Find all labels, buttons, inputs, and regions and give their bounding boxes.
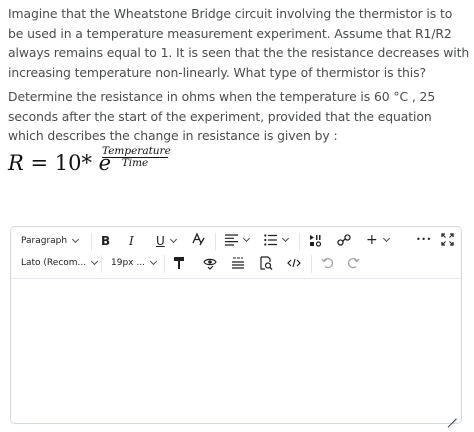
resize-handle-icon[interactable] [447, 409, 457, 419]
formula-main: R = 10* e [8, 151, 111, 175]
chevron-down-icon [72, 235, 80, 244]
format-painter-button[interactable] [173, 256, 185, 270]
align-left-icon [225, 234, 238, 246]
fullscreen-button[interactable] [441, 233, 454, 246]
question-paragraph-2: Determine the resistance in ohms when th… [8, 89, 436, 143]
link-icon [337, 234, 351, 246]
font-family-select[interactable]: Lato (Recom... [21, 257, 99, 268]
formula-equals: = [23, 151, 55, 175]
answer-editor[interactable]: Paragraph B I U + ••• Lato (Recom... 19p… [10, 226, 462, 424]
chevron-down-icon [149, 257, 157, 266]
block-format-label: Paragraph [21, 236, 68, 246]
toolbar-divider [164, 255, 165, 273]
underline-label: U [156, 234, 165, 248]
more-actions-button[interactable]: ••• [416, 235, 432, 244]
bullet-list-icon [264, 234, 277, 246]
plus-icon: + [366, 232, 378, 248]
equation-icon [232, 257, 244, 269]
block-format-select[interactable]: Paragraph [21, 235, 80, 246]
chevron-down-icon [242, 234, 251, 243]
formula-coefficient: 10* [54, 151, 99, 175]
bold-button[interactable]: B [101, 234, 110, 248]
editor-content-area[interactable] [11, 280, 461, 423]
code-icon [287, 258, 301, 268]
underline-button[interactable]: U [156, 234, 177, 248]
media-icon [310, 235, 322, 247]
question-paragraph-1: Imagine that the Wheatstone Bridge circu… [8, 6, 470, 80]
font-size-label: 19px ... [111, 258, 145, 268]
insert-media-button[interactable] [309, 234, 322, 247]
toolbar-divider [299, 233, 300, 251]
undo-button[interactable] [321, 256, 334, 269]
list-button[interactable] [264, 234, 290, 246]
text-color-button[interactable] [191, 232, 205, 246]
italic-button[interactable]: I [129, 234, 134, 248]
eye-check-icon [203, 258, 217, 270]
toolbar-divider [311, 255, 312, 273]
chevron-down-icon [382, 234, 390, 243]
text-color-icon [192, 232, 205, 246]
source-code-button[interactable] [287, 257, 301, 269]
formula-lhs: R [8, 151, 24, 175]
insert-button[interactable]: + [366, 232, 390, 248]
undo-icon [321, 258, 334, 269]
font-size-select[interactable]: 19px ... [111, 257, 157, 268]
chevron-down-icon [169, 235, 177, 244]
preview-icon [260, 256, 273, 270]
toolbar-divider [215, 233, 216, 251]
insert-link-button[interactable] [337, 233, 351, 247]
font-family-label: Lato (Recom... [21, 258, 87, 268]
align-button[interactable] [225, 234, 251, 246]
chevron-down-icon [281, 234, 290, 243]
redo-icon [347, 258, 360, 269]
paint-roller-icon [174, 257, 184, 269]
formula-exponent-fraction: Temperature Time [102, 146, 171, 169]
resistance-formula: R = 10* e Temperature Time [8, 140, 208, 180]
redo-button[interactable] [347, 256, 360, 269]
accessibility-checker-button[interactable] [203, 256, 217, 270]
chevron-down-icon [91, 257, 99, 266]
equation-button[interactable] [231, 256, 245, 270]
editor-toolbar: Paragraph B I U + ••• Lato (Recom... 19p… [11, 227, 461, 279]
toolbar-divider [91, 233, 92, 251]
toolbar-divider [101, 255, 102, 273]
expand-icon [441, 233, 454, 246]
formula-denominator: Time [121, 157, 149, 169]
preview-button[interactable] [259, 256, 273, 270]
